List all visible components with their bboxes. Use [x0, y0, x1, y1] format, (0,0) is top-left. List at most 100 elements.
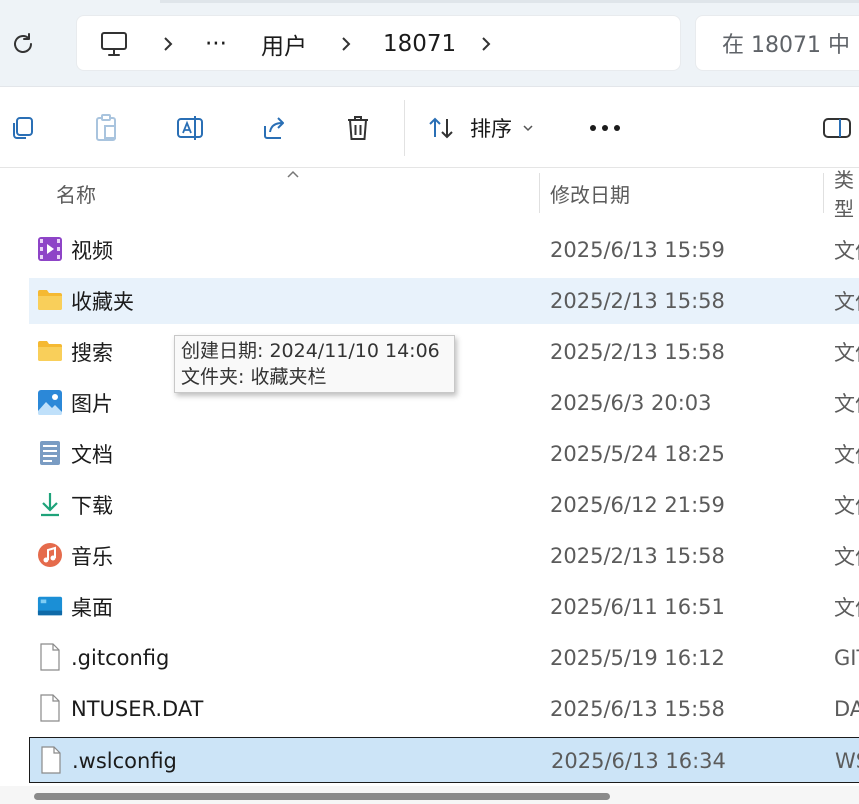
column-modified[interactable]: 修改日期 [550, 169, 630, 217]
downloads-folder-icon [37, 491, 63, 517]
file-name: 文档 [71, 443, 113, 467]
rename-icon [177, 116, 203, 140]
paste-button[interactable] [86, 108, 126, 148]
file-date: 2025/2/13 15:58 [550, 289, 725, 313]
sort-ascending-icon [287, 170, 299, 178]
list-item-selected[interactable]: .wslconfig 2025/6/13 16:34 WS [29, 737, 859, 783]
music-folder-icon [37, 542, 63, 568]
file-name: 视频 [71, 239, 113, 263]
file-name: NTUSER.DAT [71, 697, 204, 721]
scrollbar-thumb[interactable] [34, 793, 610, 800]
sort-label: 排序 [470, 117, 512, 141]
more-icon [590, 125, 620, 131]
copy-button[interactable] [2, 108, 42, 148]
paste-icon [96, 114, 116, 141]
list-item[interactable]: 音乐 2025/2/13 15:58 文件夹 [29, 533, 859, 579]
tooltip-folder-contents: 文件夹: 收藏夹栏 [181, 366, 327, 388]
tooltip: 创建日期: 2024/11/10 14:06 文件夹: 收藏夹栏 [174, 335, 455, 393]
toolbar-divider [404, 100, 405, 156]
file-date: 2025/6/11 16:51 [550, 595, 725, 619]
file-type: WS [835, 749, 859, 773]
tooltip-created-date: 创建日期: 2024/11/10 14:06 [181, 340, 440, 362]
list-item[interactable]: 桌面 2025/6/11 16:51 文件夹 [29, 584, 859, 630]
file-type: 文件夹 [834, 290, 859, 314]
this-pc-crumb[interactable] [99, 16, 129, 72]
refresh-icon [14, 33, 32, 53]
file-name: 音乐 [71, 545, 113, 569]
file-date: 2025/2/13 15:58 [550, 544, 725, 568]
file-date: 2025/6/13 16:34 [551, 749, 726, 773]
crumb-user-folder[interactable]: 18071 [383, 16, 456, 72]
column-type[interactable]: 类型 [834, 168, 859, 221]
file-date: 2025/6/13 15:59 [550, 238, 725, 262]
more-options-button[interactable] [584, 108, 626, 148]
file-date: 2025/5/19 16:12 [550, 646, 725, 670]
file-date: 2025/6/13 15:58 [550, 697, 725, 721]
file-name: 桌面 [71, 596, 113, 620]
rename-button[interactable] [170, 108, 210, 148]
documents-folder-icon [37, 440, 63, 466]
sort-button[interactable]: 排序 [426, 108, 534, 148]
file-name: 搜索 [71, 341, 113, 365]
file-name: .gitconfig [71, 646, 170, 670]
list-item[interactable]: NTUSER.DAT 2025/6/13 15:58 DA [29, 686, 859, 732]
file-type: 文件夹 [834, 239, 859, 263]
file-type: 文件夹 [834, 596, 859, 620]
file-icon [37, 694, 63, 722]
search-input[interactable]: 在 18071 中 [695, 15, 859, 71]
delete-button[interactable] [338, 108, 378, 148]
computer-icon [101, 32, 127, 56]
trash-icon [348, 116, 368, 140]
sort-icon [429, 117, 453, 139]
desktop-folder-icon [37, 593, 63, 619]
file-name: .wslconfig [72, 749, 177, 773]
column-divider[interactable] [539, 173, 540, 213]
chevron-right-icon[interactable] [479, 16, 493, 72]
list-item[interactable]: 文档 2025/5/24 18:25 文件夹 [29, 431, 859, 477]
list-item[interactable]: 下载 2025/6/12 21:59 文件夹 [29, 482, 859, 528]
breadcrumb[interactable]: ··· 用户 18071 [76, 15, 681, 71]
file-name: 收藏夹 [71, 290, 134, 314]
breadcrumb-overflow[interactable]: ··· [205, 16, 227, 72]
refresh-button[interactable] [4, 25, 42, 63]
share-button[interactable] [254, 108, 294, 148]
chevron-right-icon[interactable] [161, 16, 175, 72]
file-icon [37, 643, 63, 671]
address-bar-row: ··· 用户 18071 在 18071 中 [0, 0, 859, 87]
list-item[interactable]: .gitconfig 2025/5/19 16:12 GIT [29, 635, 859, 681]
file-name: 图片 [71, 392, 113, 416]
details-pane-icon [823, 118, 851, 138]
pictures-folder-icon [37, 389, 63, 415]
file-date: 2025/6/3 20:03 [550, 391, 712, 415]
videos-folder-icon [37, 236, 63, 262]
file-type: GIT [834, 646, 859, 670]
folder-icon [37, 287, 63, 313]
copy-icon [13, 117, 33, 139]
file-type: DA [834, 697, 859, 721]
file-date: 2025/6/12 21:59 [550, 493, 725, 517]
chevron-down-icon [523, 125, 533, 132]
search-placeholder: 在 18071 中 [722, 33, 850, 58]
details-pane-button[interactable] [817, 108, 857, 148]
file-explorer-window: ··· 用户 18071 在 18071 中 排序 名称 修改日期 类型 视频 … [0, 0, 859, 804]
chevron-right-icon[interactable] [339, 16, 353, 72]
file-date: 2025/5/24 18:25 [550, 442, 725, 466]
column-header-row: 名称 修改日期 类型 [0, 168, 859, 221]
file-name: 下载 [71, 494, 113, 518]
list-item[interactable]: 收藏夹 2025/2/13 15:58 文件夹 [29, 278, 859, 324]
file-type: 文件夹 [834, 392, 859, 416]
file-type: 文件夹 [834, 341, 859, 365]
folder-icon [37, 338, 63, 364]
crumb-users[interactable]: 用户 [261, 16, 307, 72]
list-item[interactable]: 视频 2025/6/13 15:59 文件夹 [29, 227, 859, 273]
file-date: 2025/2/13 15:58 [550, 340, 725, 364]
file-type: 文件夹 [834, 494, 859, 518]
command-bar: 排序 [0, 88, 859, 168]
column-divider[interactable] [823, 173, 824, 213]
column-name[interactable]: 名称 [56, 169, 96, 217]
file-icon [38, 746, 64, 774]
file-type: 文件夹 [834, 443, 859, 467]
share-icon [264, 117, 284, 139]
file-type: 文件夹 [834, 545, 859, 569]
horizontal-scrollbar[interactable] [0, 786, 859, 804]
